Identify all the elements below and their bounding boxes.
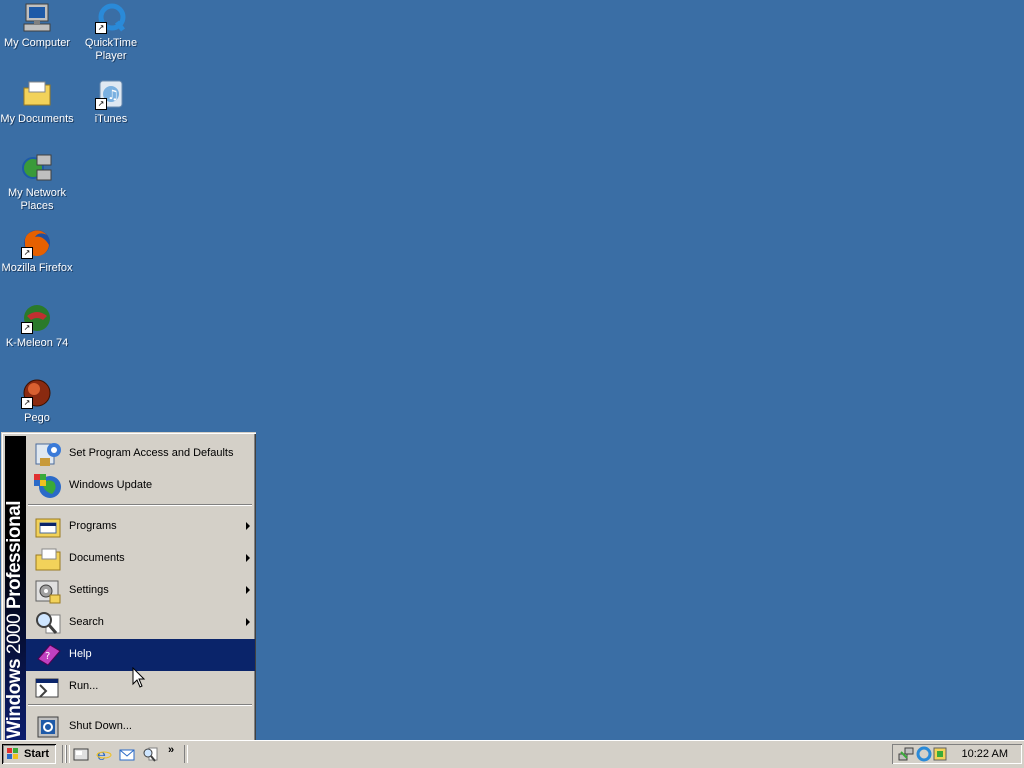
taskbar-separator xyxy=(184,745,188,763)
start-menu: Windows 2000 Professional Set Program Ac… xyxy=(1,432,256,745)
shutdown-icon xyxy=(32,711,64,743)
submenu-arrow-icon xyxy=(246,522,250,530)
itunes-icon: ♫ ↗ xyxy=(95,78,127,110)
taskbar-separator xyxy=(66,745,70,763)
desktop-icon-pego[interactable]: ↗ Pego xyxy=(0,377,74,425)
search-icon[interactable] xyxy=(142,746,158,762)
windows-update-icon xyxy=(32,470,64,502)
show-desktop-icon[interactable] xyxy=(73,746,89,762)
documents-icon xyxy=(32,543,64,575)
computer-icon xyxy=(21,2,53,34)
tray-app-icon[interactable] xyxy=(932,746,948,762)
svg-text:?: ? xyxy=(45,651,50,662)
outlook-express-icon[interactable] xyxy=(119,746,135,762)
banner-text-version: 2000 xyxy=(4,614,25,655)
help-icon: ? xyxy=(32,639,64,671)
settings-icon xyxy=(32,575,64,607)
run-icon xyxy=(32,671,64,703)
menu-item-label: Shut Down... xyxy=(69,720,132,732)
menu-item-label: Run... xyxy=(69,680,99,692)
mouse-cursor-icon xyxy=(132,667,146,688)
taskbar: Start e » 10:22 AM xyxy=(0,740,1024,768)
desktop-icon-network-places[interactable]: My Network Places xyxy=(0,152,74,213)
menu-item-label: Settings xyxy=(69,584,109,596)
network-icon xyxy=(21,152,53,184)
desktop-icon-quicktime[interactable]: ↗ QuickTime Player xyxy=(74,2,148,63)
shortcut-arrow-icon: ↗ xyxy=(21,247,33,259)
windows-flag-icon xyxy=(7,748,18,759)
menu-separator xyxy=(28,704,252,706)
menu-item-label: Set Program Access and Defaults xyxy=(69,447,234,459)
shortcut-arrow-icon: ↗ xyxy=(21,397,33,409)
folder-icon xyxy=(21,78,53,110)
submenu-arrow-icon xyxy=(246,618,250,626)
desktop-icon-firefox[interactable]: ↗ Mozilla Firefox xyxy=(0,227,74,275)
kmeleon-icon: ↗ xyxy=(21,302,53,334)
clock[interactable]: 10:22 AM xyxy=(962,748,1008,760)
menu-item-documents[interactable]: Documents xyxy=(26,543,255,575)
menu-item-settings[interactable]: Settings xyxy=(26,575,255,607)
menu-item-set-program-access[interactable]: Set Program Access and Defaults xyxy=(26,438,255,470)
menu-item-label: Programs xyxy=(69,520,117,532)
desktop-icon-label: K-Meleon 74 xyxy=(5,337,69,349)
svg-text:♫: ♫ xyxy=(107,88,119,103)
banner-text-windows: Windows xyxy=(4,659,25,739)
programs-icon xyxy=(32,511,64,543)
desktop-icon-kmeleon[interactable]: ↗ K-Meleon 74 xyxy=(0,302,74,350)
desktop-icon-label: QuickTime Player xyxy=(84,37,138,62)
desktop-icon-label: My Documents xyxy=(0,113,74,125)
submenu-arrow-icon xyxy=(246,554,250,562)
menu-item-search[interactable]: Search xyxy=(26,607,255,639)
shortcut-arrow-icon: ↗ xyxy=(95,98,107,110)
desktop-icon-label: Mozilla Firefox xyxy=(1,262,73,274)
menu-item-label: Windows Update xyxy=(69,479,153,491)
menu-item-label: Documents xyxy=(69,552,125,564)
quicktime-tray-icon[interactable] xyxy=(916,746,932,762)
desktop-icon-label: My Computer xyxy=(3,37,71,49)
pego-icon: ↗ xyxy=(21,377,53,409)
search-icon xyxy=(32,607,64,639)
system-tray: 10:22 AM xyxy=(892,744,1022,764)
menu-item-label: Search xyxy=(69,616,104,628)
desktop-icon-my-documents[interactable]: My Documents xyxy=(0,78,74,126)
menu-item-programs[interactable]: Programs xyxy=(26,511,255,543)
shortcut-arrow-icon: ↗ xyxy=(95,22,107,34)
program-access-icon xyxy=(32,438,64,470)
firefox-icon: ↗ xyxy=(21,227,53,259)
start-menu-banner: Windows 2000 Professional xyxy=(4,436,26,741)
desktop-icon-label: My Network Places xyxy=(7,187,67,212)
desktop-icon-label: iTunes xyxy=(94,113,128,125)
menu-item-label: Help xyxy=(69,648,92,660)
menu-item-windows-update[interactable]: Windows Update xyxy=(26,470,255,502)
banner-text-edition: Professional xyxy=(4,501,25,610)
submenu-arrow-icon xyxy=(246,586,250,594)
svg-text:e: e xyxy=(97,746,106,762)
desktop-icon-label: Pego xyxy=(24,412,50,424)
desktop-icon-my-computer[interactable]: My Computer xyxy=(0,2,74,50)
internet-explorer-icon[interactable]: e xyxy=(96,746,112,764)
desktop-icon-itunes[interactable]: ♫ ↗ iTunes xyxy=(74,78,148,126)
start-button[interactable]: Start xyxy=(2,744,56,764)
menu-item-shut-down[interactable]: Shut Down... xyxy=(26,711,255,743)
menu-separator xyxy=(28,504,252,506)
start-label: Start xyxy=(24,748,50,760)
quicktime-icon: ↗ xyxy=(95,2,127,34)
shortcut-arrow-icon: ↗ xyxy=(21,322,33,334)
quick-launch-overflow-chevron[interactable]: » xyxy=(168,744,174,756)
network-tray-icon[interactable] xyxy=(898,746,914,762)
